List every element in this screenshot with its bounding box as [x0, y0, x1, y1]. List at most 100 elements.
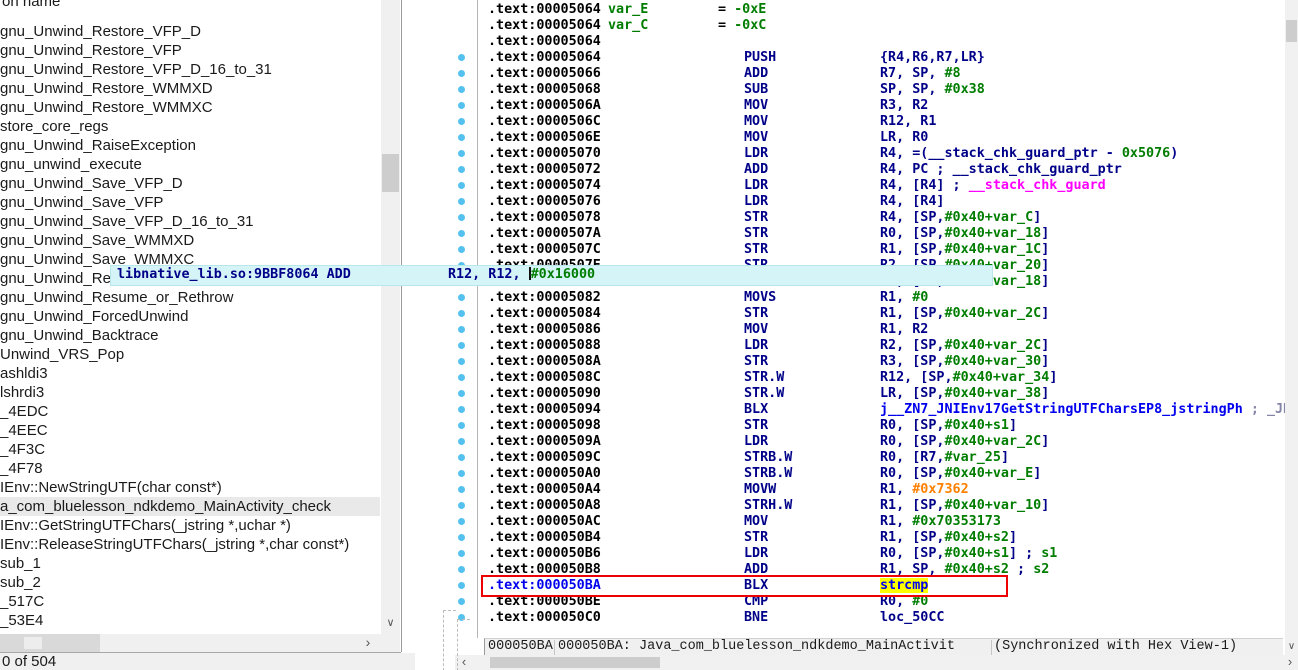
instruction-dot-icon	[458, 566, 465, 573]
instruction-mnemonic: STR.W	[744, 386, 785, 401]
instruction-operands: R0, [SP,#0x40+var_18]	[880, 226, 1050, 241]
instruction-address: .text:0000506A	[488, 98, 601, 113]
instruction-address: .text:00005082	[488, 290, 601, 305]
dock-outline	[443, 610, 456, 670]
ida-pro-window: on name gnu_Unwind_Restore_VFP_D gnu_Unwi…	[0, 0, 1298, 670]
scroll-down-arrow-icon[interactable]: ∨	[381, 613, 400, 633]
instruction-operands: R12, [SP,#0x40+var_34]	[880, 370, 1058, 385]
instruction-address: .text:00005068	[488, 82, 601, 97]
instruction-operands: R4, [SP,#0x40+var_C]	[880, 210, 1042, 225]
instruction-address: .text:00005074	[488, 178, 601, 193]
scrollbar-thumb-inner	[24, 637, 42, 649]
instruction-address: .text:00005098	[488, 418, 601, 433]
instruction-mnemonic: LDR	[744, 338, 769, 353]
scrollbar-thumb[interactable]	[490, 657, 660, 668]
instruction-operands: SP, SP, #0x38	[880, 82, 985, 97]
instruction-dot-icon	[458, 246, 465, 253]
instruction-mnemonic: LDR	[744, 434, 769, 449]
tooltip-address-text: libnative_lib.so:9BBF8064 ADD	[117, 267, 351, 282]
instruction-dot-icon	[458, 582, 465, 589]
instruction-mnemonic: STRB.W	[744, 466, 793, 481]
instruction-address: .text:000050C0	[488, 610, 601, 625]
instruction-mnemonic: MOVW	[744, 482, 777, 497]
instruction-dot-icon	[458, 406, 465, 413]
instruction-mnemonic: LDR	[744, 146, 769, 161]
instruction-dot-icon	[458, 454, 465, 461]
scrollbar-thumb[interactable]	[0, 634, 100, 652]
status-sync: (Synchronized with Hex View-1)	[994, 639, 1238, 654]
instruction-address: .text:00005066	[488, 66, 601, 81]
instruction-operands: = -0xC	[718, 18, 767, 33]
instruction-mnemonic: MOV	[744, 322, 769, 337]
disassembly-vertical-scrollbar[interactable]	[1285, 0, 1298, 638]
functions-horizontal-scrollbar[interactable]: ›	[0, 634, 400, 652]
instruction-mnemonic: ADD	[744, 162, 769, 177]
instruction-address: .text:00005064	[488, 18, 601, 33]
instruction-dot-icon	[458, 550, 465, 557]
instruction-mnemonic: STRB.W	[744, 450, 793, 465]
instruction-operands: R4, PC ; __stack_chk_guard_ptr	[880, 162, 1122, 177]
disassembly-horizontal-scrollbar[interactable]: ‹ ›	[455, 655, 1298, 670]
instruction-address: .text:00005072	[488, 162, 601, 177]
status-divider	[554, 640, 555, 655]
dock-outline	[457, 619, 470, 670]
scroll-right-arrow-icon[interactable]: ›	[1283, 655, 1297, 670]
instruction-operands: R1, #0x70353173	[880, 514, 1001, 529]
instruction-address: .text:0000508A	[488, 354, 601, 369]
instruction-address: .text:0000507A	[488, 226, 601, 241]
instruction-operands: R2, [SP,#0x40+var_2C]	[880, 338, 1050, 353]
instruction-mnemonic: STR	[744, 530, 769, 545]
instruction-address: .text:00005078	[488, 210, 601, 225]
instruction-dot-icon	[458, 102, 465, 109]
scroll-down-arrow-icon[interactable]: ∨	[1285, 638, 1298, 655]
instruction-mnemonic: MOVS	[744, 290, 777, 305]
status-address: 000050BA	[488, 639, 553, 654]
instruction-mnemonic: LDR	[744, 194, 769, 209]
scroll-right-arrow-icon[interactable]: ›	[358, 634, 378, 652]
instruction-dot-icon	[458, 342, 465, 349]
instruction-operands: var_E	[608, 2, 649, 17]
instruction-address: .text:0000509A	[488, 434, 601, 449]
instruction-operands: R4, [R4] ; __stack_chk_guard	[880, 178, 1106, 193]
instruction-dot-icon	[458, 374, 465, 381]
instruction-dot-icon	[458, 198, 465, 205]
status-divider	[991, 640, 992, 655]
instruction-dot-icon	[458, 422, 465, 429]
instruction-operands: {R4,R6,R7,LR}	[880, 50, 985, 65]
instruction-address: .text:00005064	[488, 50, 601, 65]
instruction-address: .text:000050B6	[488, 546, 601, 561]
instruction-address: .text:00005084	[488, 306, 601, 321]
instruction-operands: R1, [SP,#0x40+s2]	[880, 530, 1018, 545]
instruction-operands: R4, [R4]	[880, 194, 945, 209]
instruction-dot-icon	[458, 518, 465, 525]
instruction-mnemonic: STR.W	[744, 370, 785, 385]
instruction-mnemonic: STR	[744, 210, 769, 225]
disassembly-view: .text:00005064 var_E = -0xE .text:00005064 v…	[0, 0, 1285, 638]
instruction-operands: j__ZN7_JNIEnv17GetStringUTFCharsEP8_jstr…	[880, 402, 1285, 417]
scrollbar-thumb[interactable]	[1286, 20, 1297, 42]
instruction-address: .text:000050A4	[488, 482, 601, 497]
instruction-mnemonic: STR	[744, 418, 769, 433]
disassembly-status-bar: 000050BA 000050BA: Java_com_bluelesson_n…	[484, 638, 1283, 655]
instruction-operands: R0, [SP,#0x40+s1]	[880, 418, 1018, 433]
instruction-mnemonic: LDR	[744, 178, 769, 193]
instruction-operands: R7, SP, #8	[880, 66, 961, 81]
instruction-address: .text:000050A8	[488, 498, 601, 513]
functions-vertical-scrollbar[interactable]: ∨	[381, 0, 400, 634]
instruction-address: .text:0000506E	[488, 130, 601, 145]
instruction-operands: R1, [SP,#0x40+var_1C]	[880, 242, 1050, 257]
instruction-operands: R1, #0x7362	[880, 482, 969, 497]
instruction-dot-icon	[458, 118, 465, 125]
instruction-dot-icon	[458, 470, 465, 477]
instruction-address: .text:0000507C	[488, 242, 601, 257]
instruction-dot-icon	[458, 598, 465, 605]
functions-status-text: 0 of 504	[0, 653, 415, 670]
instruction-operands: LR, R0	[880, 130, 929, 145]
strcmp-highlight-box	[481, 575, 1008, 597]
instruction-dot-icon	[458, 150, 465, 157]
status-context: 000050BA: Java_com_bluelesson_ndkdemo_Ma…	[558, 639, 955, 654]
instruction-address: .text:00005070	[488, 146, 601, 161]
instruction-operands: = -0xE	[718, 2, 767, 17]
instruction-dot-icon	[458, 214, 465, 221]
scrollbar-thumb[interactable]	[382, 154, 399, 192]
